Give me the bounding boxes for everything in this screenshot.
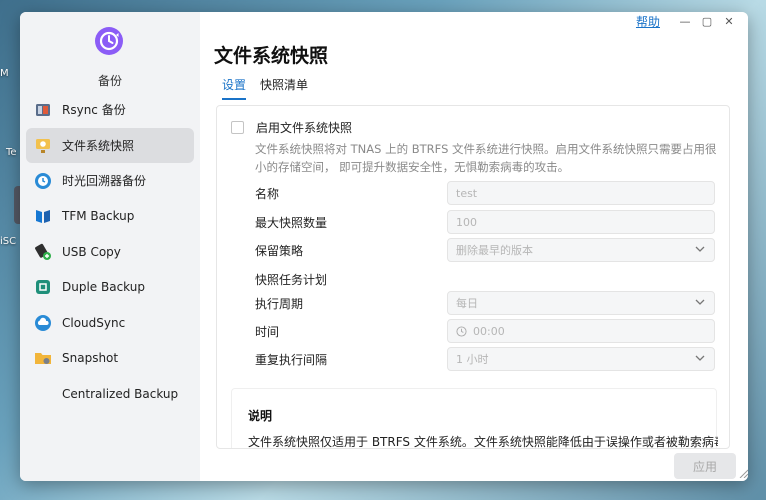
repeat-value: 1 小时 bbox=[456, 353, 489, 366]
time-label: 时间 bbox=[255, 325, 280, 339]
snapshot-camera-icon bbox=[34, 136, 52, 154]
enable-row: 启用文件系统快照 bbox=[231, 119, 352, 136]
max-count-label: 最大快照数量 bbox=[255, 216, 328, 230]
note-text: 文件系统快照仅适用于 BTRFS 文件系统。文件系统快照能降低由于误操作或者被勒… bbox=[248, 435, 718, 449]
sidebar-item-tfm-backup[interactable]: TFM Backup bbox=[26, 199, 194, 235]
apply-button[interactable]: 应用 bbox=[674, 453, 736, 479]
sidebar-item-rsync[interactable]: Rsync 备份 bbox=[26, 92, 194, 128]
repeat-label: 重复执行间隔 bbox=[255, 353, 328, 367]
sidebar-item-cloudsync[interactable]: CloudSync bbox=[26, 305, 194, 341]
enable-snapshot-label: 启用文件系统快照 bbox=[256, 121, 353, 135]
sidebar-item-time-machine[interactable]: 时光回溯器备份 bbox=[26, 163, 194, 199]
sidebar-item-label: Rsync 备份 bbox=[62, 103, 126, 118]
cloud-icon bbox=[34, 314, 52, 332]
chevron-down-icon bbox=[695, 246, 705, 252]
usb-copy-icon bbox=[34, 243, 52, 261]
backup-app-icon bbox=[95, 27, 123, 55]
retention-value: 删除最早的版本 bbox=[456, 244, 533, 257]
retention-label: 保留策略 bbox=[255, 244, 304, 258]
name-label: 名称 bbox=[255, 187, 280, 201]
chevron-down-icon bbox=[695, 299, 705, 305]
repeat-select[interactable]: 1 小时 bbox=[447, 347, 715, 371]
period-select[interactable]: 每日 bbox=[447, 291, 715, 315]
maximize-button[interactable]: ▢ bbox=[696, 15, 718, 28]
name-value: test bbox=[456, 186, 478, 200]
backup-window: 备份 Rsync 备份 文件系统快照 时光回溯器备份 TFM Backup US… bbox=[20, 12, 748, 481]
sidebar-nav: Rsync 备份 文件系统快照 时光回溯器备份 TFM Backup USB C… bbox=[26, 92, 194, 412]
sidebar-item-duple-backup[interactable]: Duple Backup bbox=[26, 270, 194, 306]
retention-select[interactable]: 删除最早的版本 bbox=[447, 238, 715, 262]
tab-settings[interactable]: 设置 bbox=[222, 76, 247, 100]
app-name: 备份 bbox=[97, 74, 122, 88]
sidebar-item-snapshot[interactable]: Snapshot bbox=[26, 341, 194, 377]
chevron-down-icon bbox=[695, 355, 705, 361]
sidebar-item-usb-copy[interactable]: USB Copy bbox=[26, 234, 194, 270]
period-label: 执行周期 bbox=[255, 297, 304, 311]
sidebar-item-label: Duple Backup bbox=[62, 280, 145, 295]
sidebar-item-label: CloudSync bbox=[62, 315, 126, 330]
desktop-fragment: M bbox=[0, 68, 9, 79]
duple-icon bbox=[34, 278, 52, 296]
help-link[interactable]: 帮助 bbox=[636, 13, 660, 30]
sidebar-item-label: Snapshot bbox=[62, 351, 119, 366]
tab-bar: 设置 快照清单 bbox=[222, 76, 322, 100]
desktop-fragment: Te bbox=[6, 147, 17, 158]
time-field[interactable]: 00:00 bbox=[447, 319, 715, 343]
max-count-field[interactable]: 100 bbox=[447, 210, 715, 234]
blank-icon bbox=[34, 385, 52, 403]
desktop-fragment: iSC bbox=[0, 236, 17, 247]
sidebar-item-filesystem-snapshot[interactable]: 文件系统快照 bbox=[26, 127, 194, 163]
titlebar-controls: 帮助 — ▢ ✕ bbox=[636, 12, 740, 30]
rsync-icon bbox=[34, 101, 52, 119]
close-button[interactable]: ✕ bbox=[718, 15, 740, 28]
sidebar-item-centralized-backup[interactable]: Centralized Backup bbox=[26, 376, 194, 412]
folder-snapshot-icon bbox=[34, 349, 52, 367]
period-value: 每日 bbox=[456, 297, 478, 310]
sidebar-item-label: USB Copy bbox=[62, 244, 121, 259]
name-field[interactable]: test bbox=[447, 181, 715, 205]
schedule-heading: 快照任务计划 bbox=[255, 273, 328, 287]
sidebar: 备份 Rsync 备份 文件系统快照 时光回溯器备份 TFM Backup US… bbox=[20, 12, 200, 481]
time-machine-icon bbox=[34, 172, 52, 190]
sidebar-item-label: TFM Backup bbox=[62, 209, 135, 224]
settings-panel: 启用文件系统快照 文件系统快照将对 TNAS 上的 BTRFS 文件系统进行快照… bbox=[216, 105, 730, 449]
sidebar-item-label: 文件系统快照 bbox=[62, 138, 135, 153]
sidebar-item-label: Centralized Backup bbox=[62, 386, 179, 401]
time-value: 00:00 bbox=[473, 324, 505, 338]
snapshot-description: 文件系统快照将对 TNAS 上的 BTRFS 文件系统进行快照。启用文件系统快照… bbox=[255, 142, 717, 174]
main-content: 帮助 — ▢ ✕ 文件系统快照 设置 快照清单 启用文件系统快照 文件系统快照将… bbox=[200, 12, 748, 481]
page-title: 文件系统快照 bbox=[214, 45, 329, 67]
tab-snapshot-list[interactable]: 快照清单 bbox=[260, 76, 308, 100]
sidebar-item-label: 时光回溯器备份 bbox=[62, 174, 147, 189]
max-count-value: 100 bbox=[456, 215, 477, 229]
enable-snapshot-checkbox[interactable] bbox=[231, 121, 244, 134]
note-box: 说明 文件系统快照仅适用于 BTRFS 文件系统。文件系统快照能降低由于误操作或… bbox=[231, 388, 718, 449]
minimize-button[interactable]: — bbox=[674, 15, 696, 28]
tfm-icon bbox=[34, 207, 52, 225]
note-title: 说明 bbox=[248, 409, 273, 423]
clock-icon bbox=[456, 325, 467, 337]
resize-grip-icon[interactable] bbox=[738, 468, 748, 478]
